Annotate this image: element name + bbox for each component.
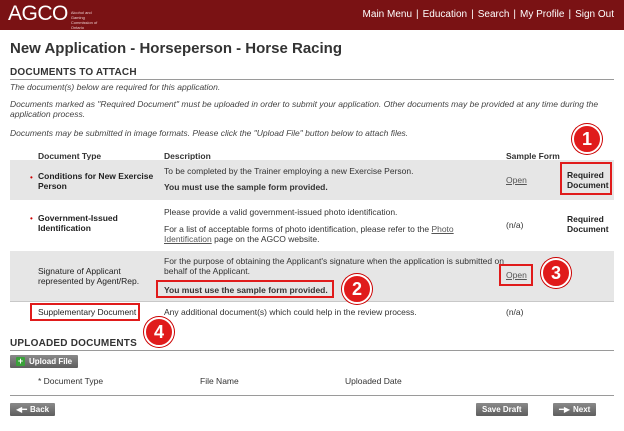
section-divider bbox=[10, 79, 614, 80]
annotation-badge-2: 2 bbox=[342, 274, 372, 304]
uploaded-column-document-type: * Document Type bbox=[38, 376, 104, 386]
required-document-label: Required Document bbox=[567, 214, 609, 234]
sample-form-na: (n/a) bbox=[506, 220, 524, 230]
arrow-right-icon: ━▶ bbox=[559, 405, 570, 414]
nav-main-menu[interactable]: Main Menu bbox=[363, 9, 412, 20]
uploaded-column-file-name: File Name bbox=[200, 376, 239, 386]
description-note: You must use the sample form provided. bbox=[164, 182, 328, 192]
section-divider bbox=[10, 350, 614, 351]
logo-subtitle: Alcohol and Gaming Commission of Ontario bbox=[70, 10, 98, 30]
uploaded-section-title: UPLOADED DOCUMENTS bbox=[10, 338, 137, 349]
nav-search[interactable]: Search bbox=[478, 9, 510, 20]
page-title: New Application - Horseperson - Horse Ra… bbox=[10, 40, 342, 57]
sample-form-na: (n/a) bbox=[506, 307, 524, 317]
annotation-box-open-link bbox=[499, 264, 533, 286]
description-text: Please provide a valid government-issued… bbox=[164, 207, 398, 217]
nav-separator: | bbox=[568, 9, 572, 20]
document-type-label: Government-Issued Identification bbox=[38, 213, 118, 233]
upload-file-label: Upload File bbox=[29, 357, 73, 366]
table-row: • Conditions for New Exercise Person To … bbox=[10, 160, 614, 200]
nav-separator: | bbox=[471, 9, 474, 20]
document-type-label: Conditions for New Exercise Person bbox=[38, 171, 154, 191]
description-text: To be completed by the Trainer employing… bbox=[164, 166, 414, 176]
description-text: Any additional document(s) which could h… bbox=[164, 307, 417, 317]
save-draft-button[interactable]: Save Draft bbox=[476, 403, 528, 416]
annotation-badge-4: 4 bbox=[144, 317, 174, 347]
logo-text: AGCO bbox=[8, 2, 68, 25]
uploaded-column-uploaded-date: Uploaded Date bbox=[345, 376, 402, 386]
annotation-box-sample-form-note bbox=[156, 280, 334, 298]
back-button[interactable]: ◀━ Back bbox=[10, 403, 56, 416]
annotation-box-supplementary bbox=[30, 303, 140, 321]
top-nav: Main Menu | Education | Search | My Profile | Si… bbox=[363, 9, 614, 20]
documents-section-title: DOCUMENTS TO ATTACH bbox=[10, 67, 137, 78]
nav-sign-out[interactable]: Sign Out bbox=[575, 9, 614, 20]
upload-file-button[interactable]: + Upload File bbox=[10, 355, 79, 368]
agco-logo[interactable]: AGCO Alcohol and Gaming Commission of On… bbox=[8, 2, 105, 31]
footer-divider bbox=[10, 395, 614, 396]
back-label: Back bbox=[29, 405, 50, 414]
intro-text-3: Documents may be submitted in image form… bbox=[10, 128, 409, 138]
nav-education[interactable]: Education bbox=[423, 9, 467, 20]
save-draft-label: Save Draft bbox=[482, 405, 522, 414]
table-row: • Government-Issued Identification Pleas… bbox=[10, 202, 614, 250]
annotation-badge-1: 1 bbox=[572, 124, 602, 154]
description-text: For the purpose of obtaining the Applica… bbox=[164, 256, 504, 276]
nav-separator: | bbox=[416, 9, 419, 20]
sample-form-open-link[interactable]: Open bbox=[506, 175, 527, 185]
nav-my-profile[interactable]: My Profile bbox=[520, 9, 564, 20]
intro-text-1: The document(s) below are required for t… bbox=[10, 82, 221, 92]
top-bar: AGCO Alcohol and Gaming Commission of On… bbox=[0, 0, 624, 30]
annotation-box-required-document bbox=[560, 162, 612, 195]
document-type-label: Signature of Applicant represented by Ag… bbox=[38, 266, 140, 286]
next-button[interactable]: ━▶ Next bbox=[553, 403, 597, 416]
required-marker: • bbox=[30, 214, 33, 223]
description-photo-id: For a list of acceptable forms of photo … bbox=[164, 224, 464, 244]
arrow-left-icon: ◀━ bbox=[16, 405, 27, 414]
plus-icon: + bbox=[16, 356, 25, 366]
description-photo-id-post: page on the AGCO website. bbox=[211, 234, 320, 244]
required-marker: • bbox=[30, 173, 33, 182]
annotation-badge-3: 3 bbox=[541, 258, 571, 288]
nav-separator: | bbox=[513, 9, 517, 20]
intro-text-2: Documents marked as "Required Document" … bbox=[10, 99, 599, 119]
next-label: Next bbox=[572, 405, 591, 414]
description-photo-id-pre: For a list of acceptable forms of photo … bbox=[164, 224, 432, 234]
